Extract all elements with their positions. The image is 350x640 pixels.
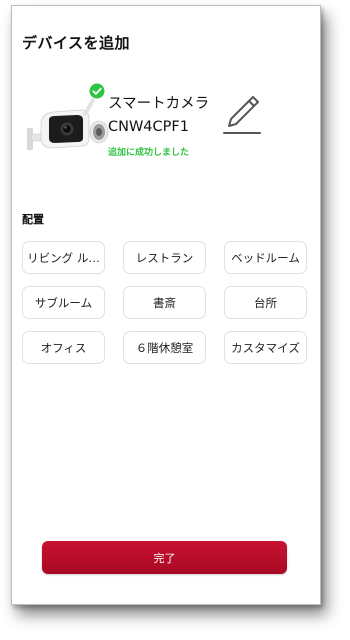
app-screen: デバイスを追加 スマートカメラ CNW4CPF1 追加に成功しました 配置 リビ… — [11, 5, 321, 605]
check-circle-icon — [89, 83, 105, 99]
room-restaurant[interactable]: レストラン — [123, 241, 206, 274]
room-study[interactable]: 書斎 — [123, 286, 206, 319]
room-sub-room[interactable]: サブルーム — [22, 286, 105, 319]
status-message: 追加に成功しました — [108, 148, 190, 158]
room-6f-lounge[interactable]: ６階休憩室 — [123, 331, 206, 364]
room-bedroom[interactable]: ベッドルーム — [224, 241, 307, 274]
room-kitchen[interactable]: 台所 — [224, 286, 307, 319]
room-grid: リビング ル… レストラン ベッドルーム サブルーム 書斎 台所 オフィス ６階… — [22, 241, 307, 364]
page-title: デバイスを追加 — [22, 34, 131, 52]
room-living-room[interactable]: リビング ル… — [22, 241, 105, 274]
done-button[interactable]: 完了 — [42, 541, 287, 574]
room-office[interactable]: オフィス — [22, 331, 105, 364]
device-name: スマートカメラ — [108, 96, 210, 112]
room-customize[interactable]: カスタマイズ — [224, 331, 307, 364]
placement-section-label: 配置 — [22, 213, 44, 226]
camera-image — [27, 98, 109, 150]
device-model: CNW4CPF1 — [108, 119, 189, 135]
pencil-edit-icon[interactable] — [222, 93, 262, 135]
